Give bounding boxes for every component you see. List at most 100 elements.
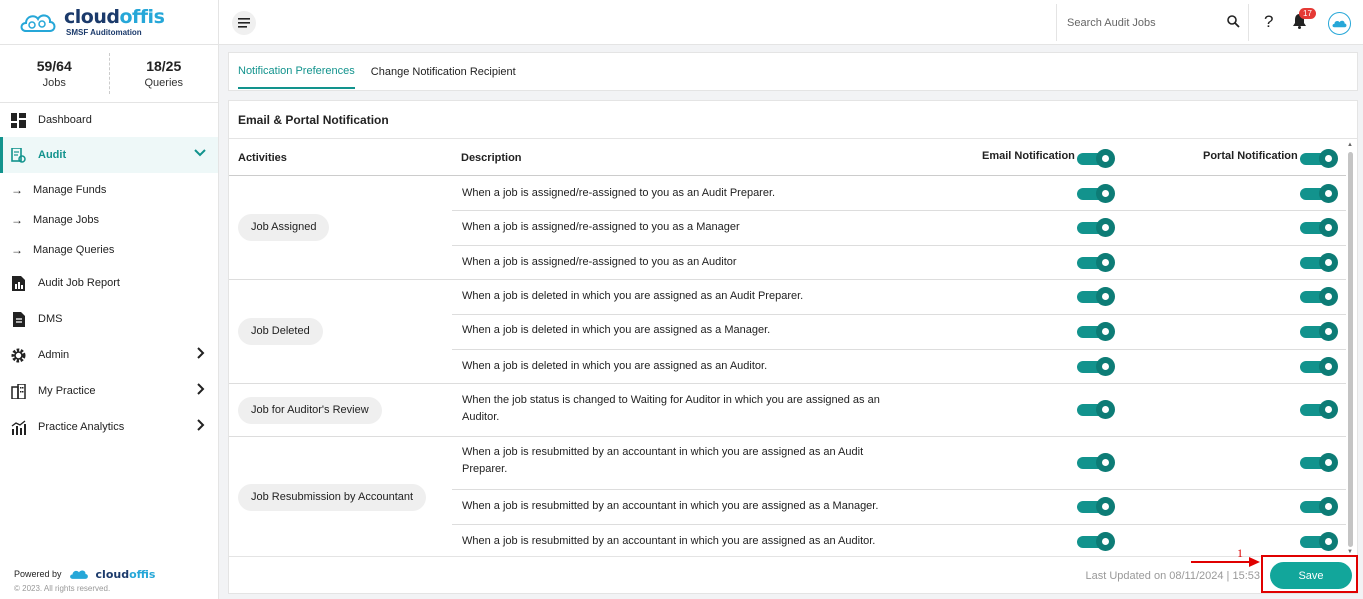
- email-toggle[interactable]: [1077, 218, 1115, 237]
- scroll-up-icon[interactable]: ▲: [1347, 142, 1353, 148]
- notification-card: Email & Portal Notification Activities D…: [228, 100, 1358, 594]
- table-row: When a job is resubmitted by an accounta…: [452, 525, 1346, 556]
- table-row: When a job is resubmitted by an accounta…: [452, 437, 1346, 490]
- column-description: Description: [461, 152, 522, 164]
- card-title: Email & Portal Notification: [229, 101, 1357, 139]
- column-activities: Activities: [238, 152, 287, 164]
- scroll-thumb[interactable]: [1348, 152, 1353, 547]
- portal-toggle[interactable]: [1300, 357, 1338, 376]
- sidebar-item-audit[interactable]: Audit: [0, 137, 218, 173]
- sidebar-item-label: Dashboard: [38, 114, 92, 126]
- activity-pill: Job for Auditor's Review: [238, 397, 382, 424]
- sidebar-item-dashboard[interactable]: Dashboard: [0, 103, 218, 137]
- report-icon: [11, 275, 26, 291]
- sidebar-item-label: DMS: [38, 313, 63, 325]
- chevron-right-icon: [194, 347, 206, 362]
- search-input[interactable]: [1057, 4, 1207, 41]
- search-icon[interactable]: [1227, 15, 1240, 33]
- email-toggle[interactable]: [1077, 532, 1115, 551]
- notification-rows: Job Assigned When a job is assigned/re-a…: [229, 176, 1346, 556]
- row-description: When a job is assigned/re-assigned to yo…: [462, 187, 776, 199]
- gear-icon: [11, 348, 26, 363]
- email-toggle[interactable]: [1077, 400, 1115, 419]
- activity-group: Job Resubmission by Accountant When a jo…: [229, 437, 1346, 556]
- tab-change-notification-recipient[interactable]: Change Notification Recipient: [371, 52, 516, 91]
- last-updated-text: Last Updated on 08/11/2024 | 15:53: [1085, 570, 1260, 582]
- jobs-label: Jobs: [42, 77, 66, 89]
- sidebar-subitem-manage-jobs[interactable]: → Manage Jobs: [0, 205, 218, 235]
- portal-toggle[interactable]: [1300, 322, 1338, 341]
- table-row: When a job is resubmitted by an accounta…: [452, 490, 1346, 525]
- activity-group: Job Assigned When a job is assigned/re-a…: [229, 176, 1346, 280]
- powered-by: Powered by cloudoffis © 2023. All rights…: [14, 567, 156, 594]
- table-row: When a job is assigned/re-assigned to yo…: [452, 211, 1346, 246]
- table-row: When a job is assigned/re-assigned to yo…: [452, 176, 1346, 211]
- sidebar-item-label: Audit Job Report: [38, 277, 120, 289]
- row-description: When a job is deleted in which you are a…: [462, 290, 804, 302]
- annotation-arrow: [1191, 557, 1260, 567]
- sidebar-item-label: Manage Queries: [33, 244, 115, 256]
- portal-toggle[interactable]: [1300, 400, 1338, 419]
- sidebar-item-label: My Practice: [38, 385, 96, 397]
- portal-toggle[interactable]: [1300, 184, 1338, 203]
- email-toggle[interactable]: [1077, 453, 1115, 472]
- cloud-logo-icon: [20, 14, 56, 32]
- table-row: When the job status is changed to Waitin…: [452, 384, 1346, 437]
- portal-toggle[interactable]: [1300, 453, 1338, 472]
- row-description: When a job is deleted in which you are a…: [462, 324, 771, 336]
- portal-toggle[interactable]: [1300, 218, 1338, 237]
- document-icon: [11, 311, 26, 327]
- activity-group: Job Deleted When a job is deleted in whi…: [229, 280, 1346, 384]
- tab-notification-preferences[interactable]: Notification Preferences: [238, 55, 355, 89]
- sidebar-item-audit-job-report[interactable]: Audit Job Report: [0, 265, 218, 301]
- vertical-scrollbar[interactable]: ▲ ▼: [1347, 142, 1354, 555]
- menu-toggle-button[interactable]: [232, 11, 256, 35]
- sidebar-subitem-manage-queries[interactable]: → Manage Queries: [0, 235, 218, 265]
- brand-logo[interactable]: cloudoffis SMSF Auditomation: [0, 0, 218, 45]
- sidebar-item-admin[interactable]: Admin: [0, 337, 218, 373]
- avatar[interactable]: [1328, 12, 1351, 35]
- dashboard-icon: [11, 112, 26, 128]
- email-toggle[interactable]: [1077, 497, 1115, 516]
- portal-all-toggle[interactable]: [1300, 149, 1338, 168]
- tabs-bar: Notification Preferences Change Notifica…: [228, 52, 1358, 91]
- portal-toggle[interactable]: [1300, 287, 1338, 306]
- table-row: When a job is deleted in which you are a…: [452, 280, 1346, 315]
- sidebar-nav: Dashboard Audit → Manage Funds → Manage …: [0, 103, 218, 445]
- help-icon[interactable]: ?: [1264, 12, 1273, 32]
- row-description: When a job is assigned/re-assigned to yo…: [462, 256, 737, 268]
- annotation-number: 1: [1237, 546, 1243, 560]
- sidebar-subitem-manage-funds[interactable]: → Manage Funds: [0, 175, 218, 205]
- email-toggle[interactable]: [1077, 322, 1115, 341]
- email-toggle[interactable]: [1077, 184, 1115, 203]
- sidebar-item-label: Manage Jobs: [33, 214, 100, 226]
- activity-pill: Job Resubmission by Accountant: [238, 484, 427, 511]
- email-toggle[interactable]: [1077, 253, 1115, 272]
- email-all-toggle[interactable]: [1077, 149, 1115, 168]
- chevron-right-icon: [194, 419, 206, 434]
- hamburger-icon: [238, 18, 250, 28]
- queries-stat[interactable]: 18/25 Queries: [108, 53, 219, 94]
- table-row: When a job is deleted in which you are a…: [452, 315, 1346, 350]
- search-box: [1056, 4, 1249, 41]
- portal-toggle[interactable]: [1300, 532, 1338, 551]
- annotation-highlight-box: [1261, 555, 1358, 593]
- chevron-right-icon: [194, 383, 206, 398]
- copyright: © 2023. All rights reserved.: [14, 584, 111, 593]
- row-description: When a job is assigned/re-assigned to yo…: [462, 221, 740, 233]
- jobs-stat[interactable]: 59/64 Jobs: [0, 45, 109, 102]
- email-toggle[interactable]: [1077, 357, 1115, 376]
- portal-toggle[interactable]: [1300, 497, 1338, 516]
- arrow-right-icon: →: [11, 183, 23, 197]
- email-toggle[interactable]: [1077, 287, 1115, 306]
- building-icon: [11, 383, 26, 399]
- sidebar-item-dms[interactable]: DMS: [0, 301, 218, 337]
- powered-brand-name: cloudoffis: [95, 567, 156, 581]
- sidebar-item-practice-analytics[interactable]: Practice Analytics: [0, 409, 218, 445]
- brand-tagline: SMSF Auditomation: [66, 28, 142, 37]
- activity-group: Job for Auditor's Review When the job st…: [229, 384, 1346, 437]
- sidebar-item-my-practice[interactable]: My Practice: [0, 373, 218, 409]
- stats-panel: 59/64 Jobs 18/25 Queries: [0, 45, 218, 103]
- portal-toggle[interactable]: [1300, 253, 1338, 272]
- column-portal-notification: Portal Notification: [1203, 150, 1298, 162]
